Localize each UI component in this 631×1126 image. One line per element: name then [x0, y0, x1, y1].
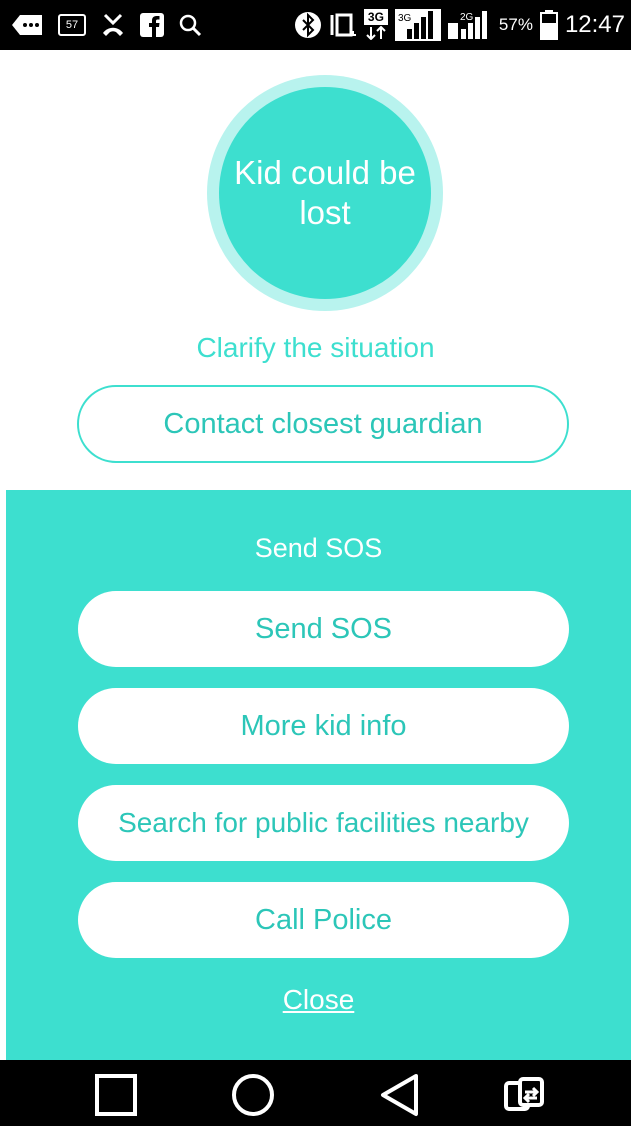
clarify-label: Clarify the situation — [196, 332, 435, 363]
svg-text:3G: 3G — [398, 13, 412, 24]
recent-apps-icon[interactable] — [94, 1073, 138, 1117]
signal-sim2-icon: 2G — [447, 9, 492, 41]
status-circle: Kid could be lost — [219, 87, 431, 299]
status-notifications: 57 — [10, 12, 202, 38]
missed-call-icon — [100, 12, 126, 38]
back-icon[interactable] — [378, 1073, 422, 1117]
battery-icon — [539, 10, 558, 40]
status-bar: 57 3G 3G 2G 57% 12:47 — [0, 0, 631, 50]
navigation-bar — [0, 1060, 631, 1126]
call-police-button[interactable]: Call Police — [78, 882, 569, 958]
sos-panel: Send SOS Send SOS More kid info Search f… — [6, 490, 631, 1060]
sos-panel-title: Send SOS — [254, 533, 383, 563]
back-arrow-icon — [10, 12, 44, 38]
battery-percent: 57% — [498, 15, 533, 34]
signal-sim1-icon: 3G — [394, 9, 441, 41]
bluetooth-icon — [294, 11, 322, 39]
search-icon — [178, 13, 202, 37]
clock: 12:47 — [564, 11, 625, 38]
close-link[interactable]: Close — [6, 980, 631, 1020]
send-sos-button[interactable]: Send SOS — [78, 591, 569, 667]
svg-text:2G: 2G — [460, 12, 474, 23]
contact-guardian-button[interactable]: Contact closest guardian — [77, 385, 569, 463]
home-icon[interactable] — [231, 1073, 275, 1117]
calendar-day-text: 57 — [65, 19, 79, 31]
status-system: 3G 3G 2G 57% 12:47 — [294, 9, 625, 41]
net-type-text: 3G — [363, 9, 388, 25]
more-kid-info-button[interactable]: More kid info — [78, 688, 569, 764]
screen-mirror-icon[interactable] — [502, 1073, 546, 1117]
vibrate-icon — [329, 11, 357, 39]
data-3g-icon: 3G — [363, 9, 388, 41]
screen: 57 3G 3G 2G 57% 12:47 Kid could be lost … — [0, 0, 631, 1126]
messenger-icon: 57 — [58, 13, 86, 37]
facebook-icon — [140, 13, 164, 37]
search-facilities-button[interactable]: Search for public facilities nearby — [78, 785, 569, 861]
